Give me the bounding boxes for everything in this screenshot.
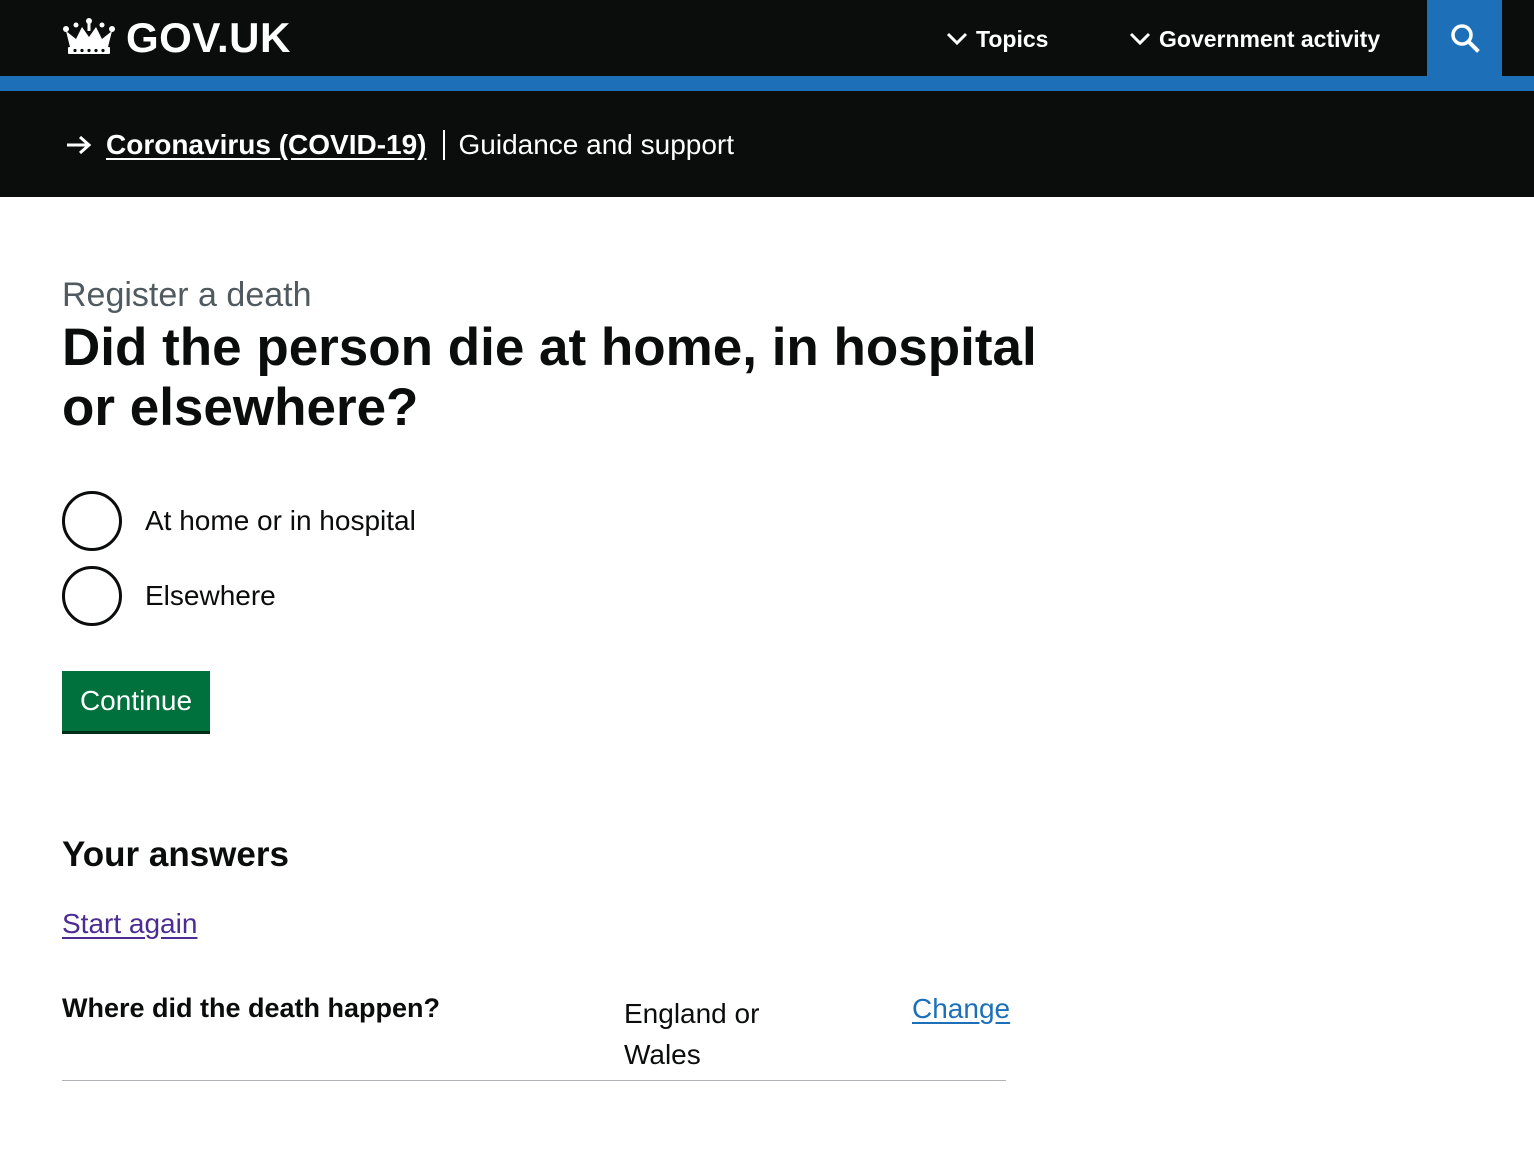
radio-label[interactable]: At home or in hospital [145,505,416,537]
crown-icon [63,18,115,54]
radio-label[interactable]: Elsewhere [145,580,276,612]
change-link[interactable]: Change [912,993,1010,1025]
chevron-down-icon [946,32,968,46]
radio-button[interactable] [62,566,122,626]
govuk-logo-link[interactable]: GOV.UK [62,14,291,62]
nav-government-activity-label: Government activity [1159,25,1381,52]
covid-banner: Coronavirus (COVID-19) Guidance and supp… [0,91,1534,197]
answers-heading: Your answers [62,835,289,874]
search-icon [1450,24,1480,53]
page-title: Did the person die at home, in hospital … [62,318,1037,437]
banner-text: Guidance and support [458,129,735,160]
radio-button[interactable] [62,491,122,551]
radio-option-elsewhere[interactable]: Elsewhere [62,566,276,626]
covid-link[interactable]: Coronavirus (COVID-19) [106,129,427,161]
nav-topics-label: Topics [976,25,1049,52]
chevron-down-icon [1129,32,1151,46]
site-header: GOV.UK Topics Government activity [0,0,1534,76]
summary-question: Where did the death happen? [62,993,441,1023]
continue-button[interactable]: Continue [62,671,210,731]
search-button[interactable] [1427,0,1502,76]
arrow-right-icon [67,135,92,155]
nav-government-activity[interactable]: Government activity [1129,22,1380,56]
banner-divider [442,130,445,160]
summary-divider [62,1080,1006,1081]
radio-option-home-or-hospital[interactable]: At home or in hospital [62,491,416,551]
nav-topics[interactable]: Topics [946,22,1048,56]
summary-answer: England or Wales [624,998,760,1070]
logo-text: GOV.UK [126,14,291,61]
start-again-link[interactable]: Start again [62,908,197,940]
page-caption: Register a death [62,276,312,314]
header-accent-bar [0,76,1534,91]
